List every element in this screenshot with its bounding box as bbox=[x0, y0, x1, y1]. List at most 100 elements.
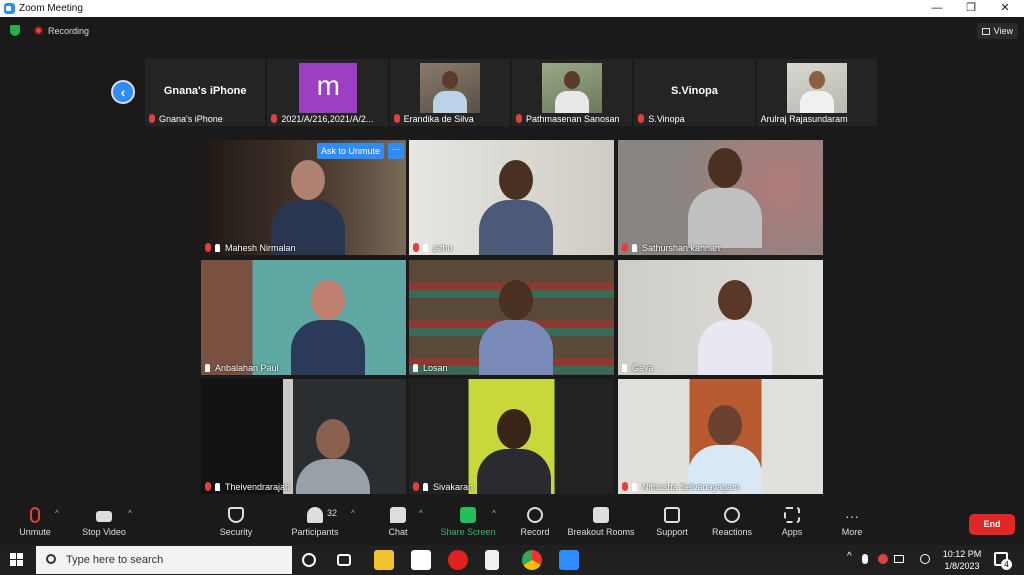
participant-label: 2021/A/216,2021/A/2... bbox=[271, 114, 373, 124]
participant-figure bbox=[271, 160, 345, 255]
strip-tile[interactable]: Gnana's iPhone Gnana's iPhone bbox=[145, 59, 266, 126]
pin-icon bbox=[413, 364, 418, 372]
system-clock[interactable]: 10:12 PM 1/8/2023 bbox=[940, 548, 984, 572]
end-meeting-button[interactable]: End bbox=[969, 514, 1015, 535]
file-explorer-icon[interactable] bbox=[374, 550, 394, 570]
participant-figure bbox=[296, 419, 370, 494]
taskbar-search-box[interactable]: Type here to search bbox=[36, 546, 292, 574]
unmute-button[interactable]: Unmute bbox=[0, 507, 70, 537]
participant-label: Losan bbox=[413, 363, 448, 373]
strip-tile[interactable]: Erandika de Silva bbox=[389, 59, 510, 126]
pin-icon bbox=[205, 364, 210, 372]
participant-name-large: S.Vinopa bbox=[671, 85, 718, 97]
muted-mic-icon bbox=[413, 482, 419, 491]
participant-video bbox=[419, 63, 480, 113]
notepad-icon[interactable] bbox=[485, 550, 499, 570]
pin-icon bbox=[632, 244, 637, 252]
security-button[interactable]: Security bbox=[201, 507, 271, 537]
participant-label: Sathurshan kannan bbox=[622, 243, 720, 253]
video-tile[interactable]: Losan bbox=[409, 260, 614, 375]
zoom-tray-icon[interactable] bbox=[878, 554, 888, 564]
share-options-chevron-icon[interactable]: ^ bbox=[492, 509, 496, 518]
shield-icon bbox=[228, 507, 244, 523]
video-tile[interactable]: Anbalahan Paul bbox=[201, 260, 406, 375]
view-button[interactable]: View bbox=[976, 23, 1018, 39]
strip-tile[interactable]: Arulraj Rajasundaram bbox=[756, 59, 877, 126]
zoom-taskbar-icon[interactable] bbox=[559, 550, 579, 570]
zoom-logo-icon bbox=[4, 3, 15, 14]
participant-figure bbox=[688, 148, 762, 248]
video-tile[interactable]: jathu bbox=[409, 140, 614, 255]
share-screen-label: Share Screen bbox=[440, 527, 496, 537]
support-icon bbox=[664, 507, 680, 523]
participant-label: Pathmasenan Sanosan bbox=[515, 114, 620, 124]
muted-mic-icon bbox=[413, 243, 419, 252]
more-button[interactable]: ··· More bbox=[817, 507, 887, 537]
video-tile[interactable]: Ask to Unmute ··· Mahesh Nirmalan bbox=[201, 140, 406, 255]
participants-options-chevron-icon[interactable]: ^ bbox=[351, 509, 355, 518]
cortana-icon[interactable] bbox=[302, 553, 316, 567]
participant-label: Theivendrarajah bbox=[205, 482, 290, 492]
notification-count: 4 bbox=[1001, 559, 1012, 570]
previous-page-button[interactable]: ‹ bbox=[111, 80, 135, 104]
video-tile[interactable]: Nithusha Selvanayagam bbox=[618, 379, 823, 494]
gallery-view: Ask to Unmute ··· Mahesh Nirmalan jathu … bbox=[201, 140, 823, 494]
microphone-tray-icon[interactable] bbox=[862, 554, 868, 564]
strip-tile[interactable]: Pathmasenan Sanosan bbox=[511, 59, 633, 126]
muted-mic-icon bbox=[393, 114, 400, 123]
windows-start-icon[interactable] bbox=[10, 553, 24, 567]
breakout-rooms-button[interactable]: Breakout Rooms bbox=[566, 507, 636, 537]
video-tile[interactable]: Sivakaran bbox=[409, 379, 614, 494]
search-icon bbox=[46, 554, 56, 564]
strip-tile[interactable]: m 2021/A/216,2021/A/2... bbox=[267, 59, 388, 126]
participant-name: jathu bbox=[433, 243, 453, 253]
pen-menu-icon[interactable] bbox=[920, 554, 930, 564]
notifications-icon[interactable]: 4 bbox=[994, 552, 1012, 570]
participants-button[interactable]: Participants bbox=[280, 507, 350, 537]
breakout-rooms-grid-icon bbox=[593, 507, 609, 523]
participant-name: Arulraj Rajasundaram bbox=[760, 114, 848, 124]
battery-icon[interactable] bbox=[894, 555, 904, 563]
view-label: View bbox=[993, 26, 1013, 36]
recording-label[interactable]: Recording bbox=[48, 26, 89, 36]
participant-figure bbox=[479, 280, 553, 375]
show-hidden-icons-chevron-icon[interactable]: ^ bbox=[847, 551, 852, 562]
chrome-icon[interactable] bbox=[522, 550, 542, 570]
task-view-icon[interactable] bbox=[337, 554, 351, 566]
microsoft-store-icon[interactable] bbox=[411, 550, 431, 570]
reactions-label: Reactions bbox=[711, 527, 753, 537]
participant-name: Sivakaran bbox=[433, 482, 474, 492]
chat-options-chevron-icon[interactable]: ^ bbox=[419, 509, 423, 518]
apps-icon bbox=[784, 507, 800, 523]
participant-figure bbox=[291, 280, 365, 375]
restore-button[interactable]: ❐ bbox=[954, 0, 988, 17]
participant-label: S.Vinopa bbox=[638, 114, 685, 124]
strip-tile[interactable]: S.Vinopa S.Vinopa bbox=[634, 59, 755, 126]
ask-to-unmute-button[interactable]: Ask to Unmute bbox=[317, 143, 385, 159]
encryption-shield-icon[interactable] bbox=[10, 25, 20, 36]
participant-name-large: Gnana's iPhone bbox=[163, 85, 247, 97]
video-tile[interactable]: Theivendrarajah bbox=[201, 379, 406, 494]
muted-microphone-icon bbox=[30, 507, 40, 523]
participant-name: Anbalahan Paul bbox=[215, 363, 279, 373]
video-camera-icon bbox=[96, 511, 112, 522]
video-tile[interactable]: Sathurshan kannan bbox=[618, 140, 823, 255]
smiley-plus-icon bbox=[724, 507, 740, 523]
minimize-button[interactable]: — bbox=[920, 0, 954, 17]
muted-mic-icon bbox=[622, 243, 628, 252]
record-button[interactable]: Record bbox=[500, 507, 570, 537]
video-tile[interactable]: Gaya bbox=[618, 260, 823, 375]
participant-label: Sivakaran bbox=[413, 482, 473, 492]
participant-figure bbox=[479, 160, 553, 255]
tile-more-button[interactable]: ··· bbox=[388, 143, 404, 159]
audio-options-chevron-icon[interactable]: ^ bbox=[55, 509, 59, 518]
participant-label: Gaya bbox=[622, 363, 654, 373]
close-button[interactable]: ✕ bbox=[988, 0, 1022, 17]
participant-strip: Gnana's iPhone Gnana's iPhone m 2021/A/2… bbox=[145, 59, 877, 126]
pin-icon bbox=[215, 244, 220, 252]
participants-count: 32 bbox=[327, 508, 338, 518]
pin-icon bbox=[632, 483, 637, 491]
apps-label: Apps bbox=[781, 527, 803, 537]
video-options-chevron-icon[interactable]: ^ bbox=[128, 509, 132, 518]
opera-icon[interactable] bbox=[448, 550, 468, 570]
